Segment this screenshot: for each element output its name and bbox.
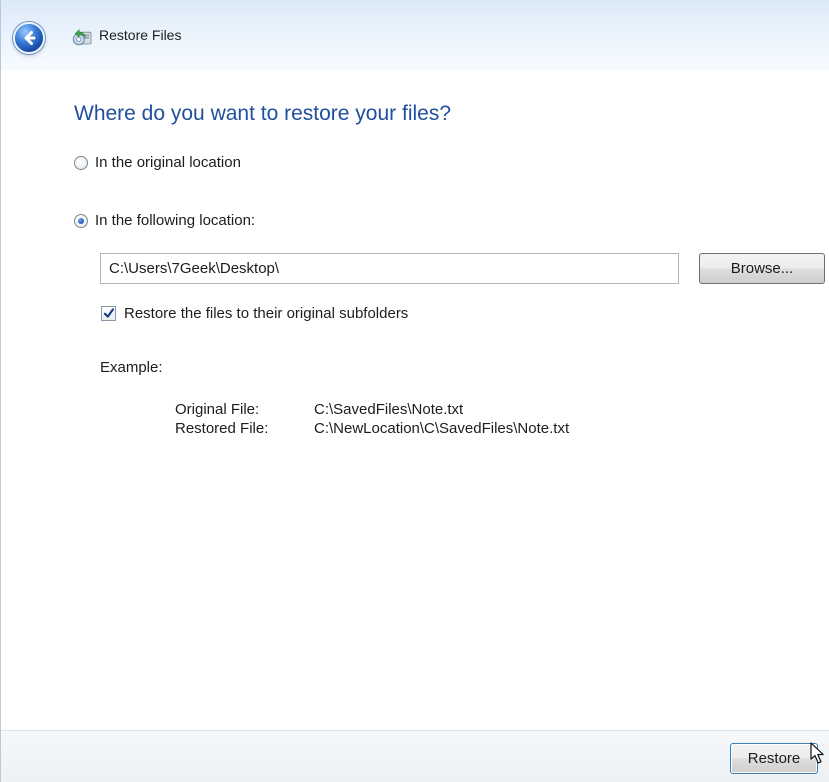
restore-subfolders-label: Restore the files to their original subf…	[124, 305, 409, 322]
example-label: Example:	[100, 359, 163, 376]
original-location-option[interactable]: In the original location	[74, 154, 241, 171]
page-heading: Where do you want to restore your files?	[74, 102, 452, 125]
back-button[interactable]	[13, 22, 45, 54]
following-location-option[interactable]: In the following location:	[74, 212, 255, 229]
browse-button[interactable]: Browse...	[699, 253, 825, 284]
original-file-value: C:\SavedFiles\Note.txt	[314, 401, 464, 418]
window-title: Restore Files	[99, 27, 182, 43]
restore-subfolders-checkbox[interactable]	[101, 306, 116, 321]
original-file-label: Original File:	[175, 401, 260, 418]
restored-file-value: C:\NewLocation\C\SavedFiles\Note.txt	[314, 420, 570, 437]
mouse-pointer-icon	[810, 742, 824, 764]
restore-files-window: Restore Files Where do you want to resto…	[0, 0, 829, 782]
restore-subfolders-option[interactable]: Restore the files to their original subf…	[101, 305, 408, 322]
dialog-content: Where do you want to restore your files?…	[1, 70, 829, 730]
restored-file-label: Restored File:	[175, 420, 269, 437]
title-bar: Restore Files	[1, 0, 829, 70]
example-details: Original File: C:\SavedFiles\Note.txt Re…	[175, 401, 569, 438]
restore-files-icon	[72, 29, 92, 46]
original-location-label: In the original location	[95, 154, 241, 171]
restore-button[interactable]: Restore	[730, 743, 818, 774]
following-location-radio[interactable]	[74, 213, 88, 228]
original-location-radio[interactable]	[74, 155, 88, 170]
restore-location-input[interactable]: C:\Users\7Geek\Desktop\	[100, 253, 679, 284]
checkbox-check-icon	[103, 308, 115, 318]
following-location-label: In the following location:	[95, 212, 256, 229]
dialog-footer: Restore	[1, 730, 829, 782]
back-arrow-icon	[24, 31, 36, 45]
